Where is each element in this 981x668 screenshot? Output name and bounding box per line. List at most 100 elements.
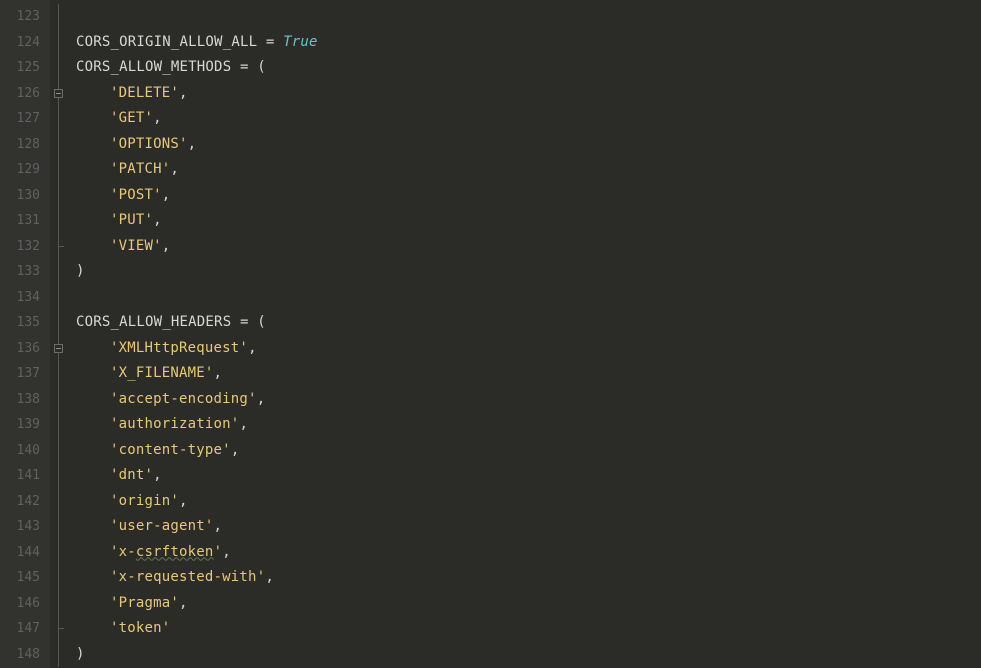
line-number: 143 xyxy=(0,514,50,540)
code-line[interactable]: 'origin', xyxy=(76,489,981,515)
code-line[interactable]: 'PUT', xyxy=(76,208,981,234)
code-line[interactable]: 'dnt', xyxy=(76,463,981,489)
code-token: 'X_FILENAME' xyxy=(76,365,214,381)
code-token: , xyxy=(153,212,162,228)
code-line[interactable]: CORS_ALLOW_METHODS = ( xyxy=(76,55,981,81)
code-token: , xyxy=(179,493,188,509)
code-line[interactable]: 'user-agent', xyxy=(76,514,981,540)
code-token: , xyxy=(214,365,223,381)
fold-cell xyxy=(50,565,68,591)
fold-cell xyxy=(50,412,68,438)
fold-toggle-icon[interactable] xyxy=(54,344,63,353)
code-token: , xyxy=(162,238,171,254)
code-line[interactable]: 'OPTIONS', xyxy=(76,132,981,158)
code-token: CORS_ALLOW_HEADERS xyxy=(76,314,240,330)
code-line[interactable]: 'content-type', xyxy=(76,438,981,464)
line-number: 128 xyxy=(0,132,50,158)
fold-column xyxy=(50,0,68,668)
fold-cell xyxy=(50,259,68,285)
code-token: , xyxy=(179,85,188,101)
line-number: 134 xyxy=(0,285,50,311)
code-line[interactable]: 'XMLHttpRequest', xyxy=(76,336,981,362)
code-token: , xyxy=(248,340,257,356)
fold-cell xyxy=(50,208,68,234)
fold-cell xyxy=(50,591,68,617)
code-editor[interactable]: 1231241251261271281291301311321331341351… xyxy=(0,0,981,668)
code-token: , xyxy=(153,110,162,126)
code-token: 'token' xyxy=(76,620,170,636)
code-token: 'PUT' xyxy=(76,212,153,228)
code-token: 'x-requested-with' xyxy=(76,569,265,585)
code-token: , xyxy=(257,391,266,407)
code-token: 'authorization' xyxy=(76,416,239,432)
code-line[interactable]: 'accept-encoding', xyxy=(76,387,981,413)
code-line[interactable]: ) xyxy=(76,259,981,285)
code-token: 'origin' xyxy=(76,493,179,509)
code-token: 'content-type' xyxy=(76,442,231,458)
fold-cell xyxy=(50,106,68,132)
code-line[interactable]: CORS_ORIGIN_ALLOW_ALL = True xyxy=(76,30,981,56)
fold-cell xyxy=(50,387,68,413)
fold-cell xyxy=(50,132,68,158)
line-number: 144 xyxy=(0,540,50,566)
code-token xyxy=(274,34,283,50)
code-line[interactable]: 'token' xyxy=(76,616,981,642)
fold-toggle-icon[interactable] xyxy=(54,89,63,98)
code-token: ( xyxy=(249,59,266,75)
line-number: 146 xyxy=(0,591,50,617)
line-number: 138 xyxy=(0,387,50,413)
code-token: CORS_ORIGIN_ALLOW_ALL xyxy=(76,34,266,50)
code-token: 'PATCH' xyxy=(76,161,170,177)
code-line[interactable]: 'GET', xyxy=(76,106,981,132)
code-line[interactable]: CORS_ALLOW_HEADERS = ( xyxy=(76,310,981,336)
code-token: , xyxy=(231,442,240,458)
code-line[interactable]: 'PATCH', xyxy=(76,157,981,183)
code-line[interactable]: 'X_FILENAME', xyxy=(76,361,981,387)
code-token: csrftoken xyxy=(136,544,214,560)
code-token: ) xyxy=(76,263,85,279)
code-token: = xyxy=(240,59,249,75)
line-number: 148 xyxy=(0,642,50,668)
line-number: 141 xyxy=(0,463,50,489)
code-token: , xyxy=(170,161,179,177)
fold-cell xyxy=(50,30,68,56)
line-number: 145 xyxy=(0,565,50,591)
code-area[interactable]: CORS_ORIGIN_ALLOW_ALL = TrueCORS_ALLOW_M… xyxy=(68,0,981,668)
line-number: 147 xyxy=(0,616,50,642)
code-line[interactable]: ) xyxy=(76,642,981,668)
fold-cell xyxy=(50,514,68,540)
code-token: , xyxy=(153,467,162,483)
fold-cell xyxy=(50,285,68,311)
code-line[interactable] xyxy=(76,285,981,311)
code-token: CORS_ALLOW_METHODS xyxy=(76,59,240,75)
code-token: 'DELETE' xyxy=(76,85,179,101)
code-token: , xyxy=(188,136,197,152)
fold-cell xyxy=(50,4,68,30)
code-token: 'POST' xyxy=(76,187,162,203)
code-token: , xyxy=(239,416,248,432)
code-line[interactable]: 'DELETE', xyxy=(76,81,981,107)
code-token: 'VIEW' xyxy=(76,238,162,254)
line-number: 135 xyxy=(0,310,50,336)
code-line[interactable] xyxy=(76,4,981,30)
code-token: ' xyxy=(214,544,223,560)
fold-cell xyxy=(50,157,68,183)
line-number: 124 xyxy=(0,30,50,56)
code-token: ) xyxy=(76,646,85,662)
code-token: = xyxy=(240,314,249,330)
code-token: True xyxy=(283,34,318,50)
line-number: 133 xyxy=(0,259,50,285)
line-number: 139 xyxy=(0,412,50,438)
code-line[interactable]: 'x-csrftoken', xyxy=(76,540,981,566)
code-line[interactable]: 'POST', xyxy=(76,183,981,209)
line-number: 127 xyxy=(0,106,50,132)
code-line[interactable]: 'x-requested-with', xyxy=(76,565,981,591)
fold-cell xyxy=(50,616,68,642)
code-line[interactable]: 'authorization', xyxy=(76,412,981,438)
line-number: 137 xyxy=(0,361,50,387)
code-line[interactable]: 'Pragma', xyxy=(76,591,981,617)
fold-cell xyxy=(50,55,68,81)
fold-cell xyxy=(50,183,68,209)
code-token: , xyxy=(265,569,274,585)
code-line[interactable]: 'VIEW', xyxy=(76,234,981,260)
